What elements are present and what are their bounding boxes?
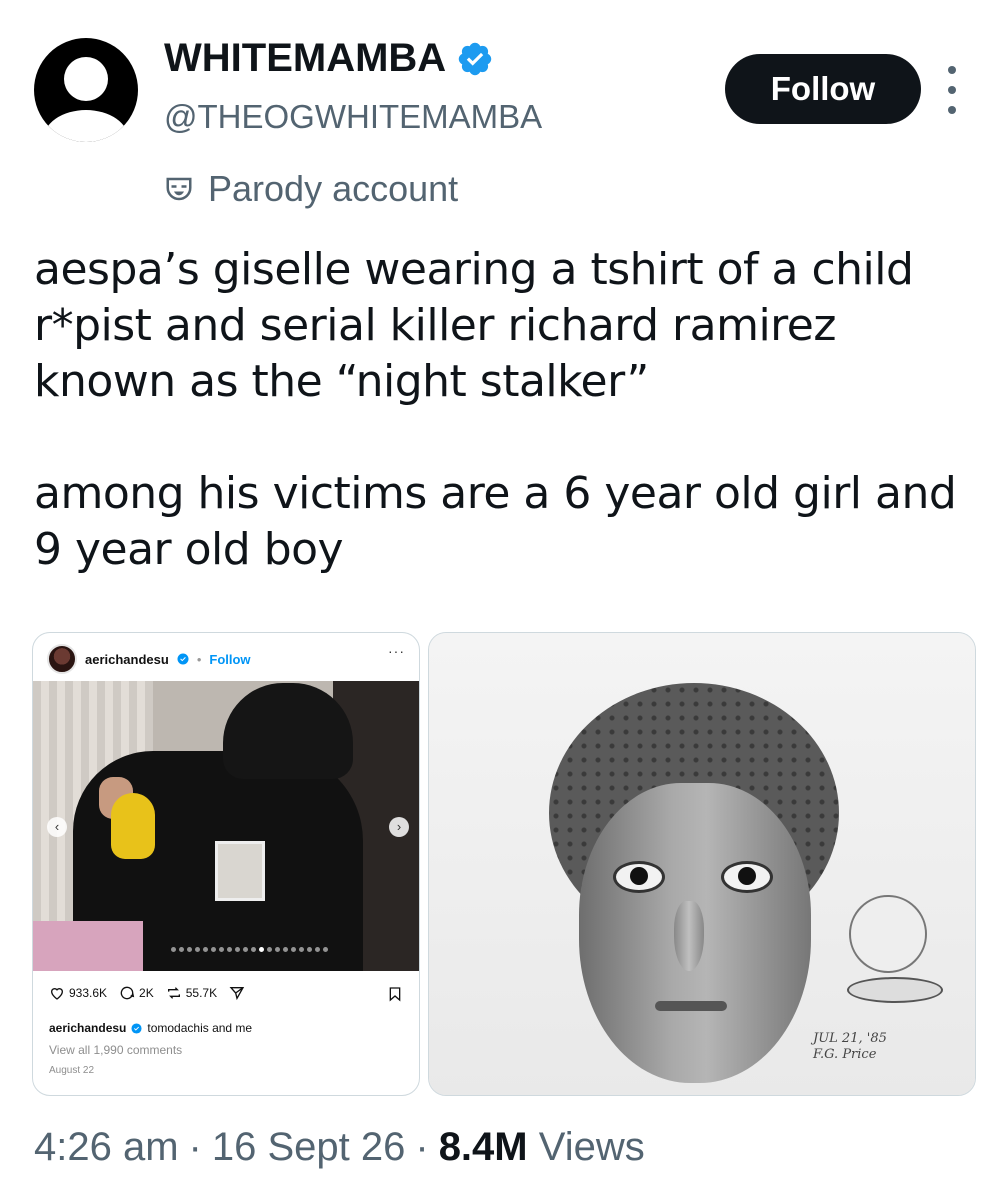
sketch-left-eye: [613, 861, 665, 893]
heart-icon: [50, 988, 64, 1000]
ig-like-count: 933.6K: [69, 986, 108, 1000]
carousel-dot: [323, 947, 328, 952]
ig-separator-dot: •: [196, 651, 202, 667]
chevron-right-icon: ›: [389, 817, 409, 837]
tweet-text: aespa’s giselle wearing a tshirt of a ch…: [34, 242, 984, 578]
author-avatar[interactable]: [34, 38, 138, 142]
views-count: 8.4M: [438, 1125, 528, 1169]
carousel-dot: [195, 947, 200, 952]
ig-post-date: August 22: [49, 1065, 95, 1076]
sketch-seal-stamp: [849, 895, 927, 973]
repost-icon: [167, 987, 180, 999]
parody-label: Parody account: [164, 168, 458, 210]
carousel-dot: [299, 947, 304, 952]
views-label: Views: [538, 1125, 645, 1169]
carousel-dot: [171, 947, 176, 952]
ig-repost-count: 55.7K: [185, 986, 218, 1000]
carousel-dot-active: [259, 947, 264, 952]
meta-separator: ·: [415, 1125, 429, 1169]
carousel-dot: [227, 947, 232, 952]
more-dot: [948, 106, 956, 114]
more-options-icon[interactable]: [940, 66, 964, 114]
sketch-mouth: [655, 1001, 727, 1011]
carousel-dot: [267, 947, 272, 952]
ig-like-group: 933.6K: [49, 985, 107, 1001]
ig-repost-group: 55.7K: [166, 985, 217, 1001]
ig-action-bar: 933.6K 2K 55.7K: [49, 985, 409, 1001]
sketch-right-eye: [721, 861, 773, 893]
default-avatar-head: [64, 57, 108, 101]
follow-button[interactable]: Follow: [725, 54, 921, 124]
ig-more-icon: ···: [388, 643, 405, 659]
sketch-teeth-drawing: [847, 977, 943, 1003]
ig-post-header: aerichandesu • Follow: [47, 639, 251, 679]
ig-caption-text: tomodachis and me: [147, 1021, 253, 1035]
carousel-dot: [243, 947, 248, 952]
sketch-handwritten-note: JUL 21, '85 F.G. Price: [813, 1031, 887, 1062]
ig-follow-link: Follow: [209, 651, 251, 667]
tweet-paragraph-2: among his victims are a 6 year old girl …: [34, 468, 957, 575]
carousel-dots: [171, 947, 328, 952]
bookmark-icon: [389, 987, 401, 1002]
tweet-meta: 4:26 am · 16 Sept 26 · 8.4M Views: [34, 1125, 645, 1170]
ig-username: aerichandesu: [85, 651, 169, 667]
ig-verified-icon: [131, 1022, 142, 1034]
ig-comment-group: 2K: [119, 985, 154, 1001]
carousel-dot: [179, 947, 184, 952]
ig-avatar: [47, 644, 77, 674]
carousel-dot: [315, 947, 320, 952]
carousel-dot: [283, 947, 288, 952]
carousel-dot: [235, 947, 240, 952]
ig-view-comments: View all 1,990 comments: [49, 1043, 183, 1057]
parody-mask-icon: [166, 177, 192, 201]
carousel-dot: [219, 947, 224, 952]
author-display-name[interactable]: WHITEMAMBA: [164, 36, 446, 81]
carousel-dot: [307, 947, 312, 952]
more-dot: [948, 86, 956, 94]
default-avatar-body: [43, 110, 129, 142]
parody-label-text: Parody account: [208, 168, 459, 209]
verified-badge-icon: [458, 42, 492, 75]
tweet-date[interactable]: 16 Sept 26: [212, 1125, 406, 1170]
carousel-dot: [187, 947, 192, 952]
tweet-time[interactable]: 4:26 am: [34, 1125, 179, 1170]
more-dot: [948, 66, 956, 74]
ig-comment-count: 2K: [139, 986, 154, 1000]
sketch-nose: [674, 901, 704, 971]
meta-separator: ·: [188, 1125, 202, 1169]
photo-shirt-print: [215, 841, 265, 901]
carousel-dot: [203, 947, 208, 952]
ig-photo: ‹ ›: [33, 681, 419, 971]
carousel-dot: [251, 947, 256, 952]
carousel-dot: [211, 947, 216, 952]
media-image-instagram-screenshot[interactable]: aerichandesu • Follow ··· ‹ › 933.6K 2K: [32, 632, 420, 1096]
share-icon: [229, 987, 245, 1001]
photo-yellow-toy: [111, 793, 155, 859]
tweet-paragraph-1: aespa’s giselle wearing a tshirt of a ch…: [34, 244, 914, 407]
photo-pink-object: [33, 921, 143, 971]
comment-icon: [120, 986, 135, 1000]
media-image-police-sketch[interactable]: JUL 21, '85 F.G. Price: [428, 632, 976, 1096]
ig-caption-user: aerichandesu: [49, 1021, 127, 1035]
ig-verified-icon: [177, 653, 189, 665]
ig-caption: aerichandesu tomodachis and me: [49, 1021, 252, 1035]
carousel-dot: [275, 947, 280, 952]
author-handle[interactable]: @THEOGWHITEMAMBA: [164, 98, 542, 136]
author-name-row: WHITEMAMBA: [164, 36, 494, 81]
carousel-dot: [291, 947, 296, 952]
chevron-left-icon: ‹: [47, 817, 67, 837]
